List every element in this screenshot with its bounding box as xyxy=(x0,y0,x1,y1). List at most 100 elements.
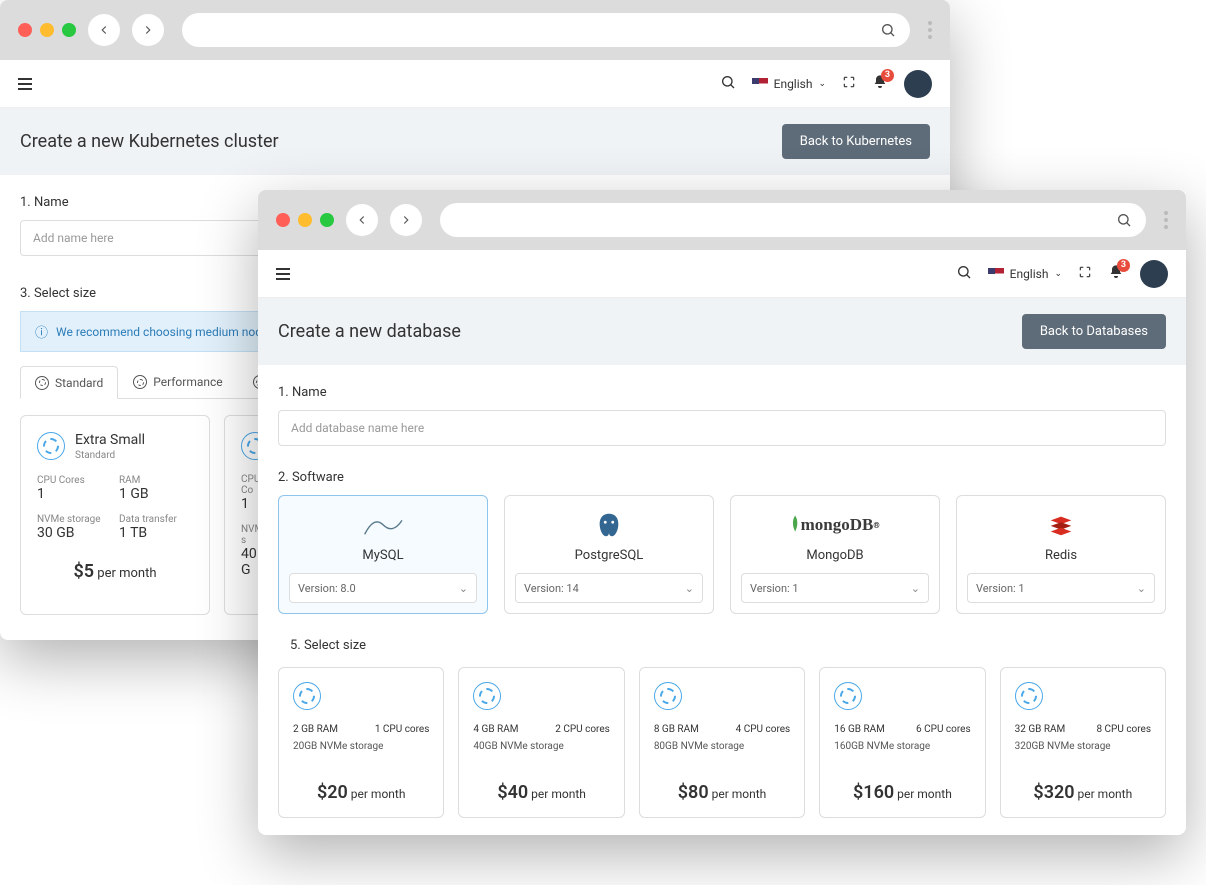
software-card-mysql[interactable]: MySQL Version: 8.0 xyxy=(278,495,488,614)
step-name-label: 1. Name xyxy=(278,385,1166,400)
search-button[interactable] xyxy=(720,74,736,94)
software-card-redis[interactable]: Redis Version: 1 xyxy=(956,495,1166,614)
spec-cpu: 6 CPU cores xyxy=(916,724,971,735)
menu-icon[interactable] xyxy=(276,268,290,280)
version-label: Version: 1 xyxy=(976,582,1025,595)
price: $320 per month xyxy=(1015,782,1151,803)
spec-ram: 16 GB RAM xyxy=(834,724,885,735)
spec-value: 1 TB xyxy=(119,525,193,541)
node-icon xyxy=(473,682,501,710)
language-selector[interactable]: English⌄ xyxy=(988,267,1062,281)
fullscreen-button[interactable] xyxy=(842,74,856,93)
spec-cpu: 1 CPU cores xyxy=(375,724,430,735)
price: $80 per month xyxy=(654,782,790,803)
spec-storage: 20GB NVMe storage xyxy=(293,741,429,752)
db-size-card[interactable]: 16 GB RAM6 CPU cores 160GB NVMe storage … xyxy=(819,667,985,818)
page-title: Create a new Kubernetes cluster xyxy=(20,131,279,152)
spec-storage: 80GB NVMe storage xyxy=(654,741,790,752)
search-button[interactable] xyxy=(956,264,972,284)
flag-icon xyxy=(752,78,768,89)
version-label: Version: 14 xyxy=(524,582,579,595)
back-button[interactable] xyxy=(346,204,378,236)
price: $40 per month xyxy=(473,782,609,803)
menu-icon[interactable] xyxy=(18,78,32,90)
close-icon[interactable] xyxy=(276,213,290,227)
spec-value: 1 xyxy=(37,486,111,502)
spec-label: CPU Cores xyxy=(37,475,111,486)
tab-standard[interactable]: Standard xyxy=(20,366,118,399)
forward-button[interactable] xyxy=(390,204,422,236)
tab-label: Performance xyxy=(153,375,222,389)
spec-value: 1 GB xyxy=(119,486,193,502)
mongodb-icon: mongoDB® xyxy=(741,510,929,540)
minimize-icon[interactable] xyxy=(298,213,312,227)
maximize-icon[interactable] xyxy=(320,213,334,227)
spec-value: 30 GB xyxy=(37,525,111,541)
spec-storage: 320GB NVMe storage xyxy=(1015,741,1151,752)
version-select[interactable]: Version: 14 xyxy=(515,573,703,603)
maximize-icon[interactable] xyxy=(62,23,76,37)
avatar[interactable] xyxy=(1140,260,1168,288)
software-card-postgresql[interactable]: PostgreSQL Version: 14 xyxy=(504,495,714,614)
db-size-card[interactable]: 32 GB RAM8 CPU cores 320GB NVMe storage … xyxy=(1000,667,1166,818)
browser-chrome xyxy=(0,0,950,60)
notif-badge: 3 xyxy=(1117,259,1130,272)
node-icon xyxy=(654,682,682,710)
app-topbar: English⌄ 3 xyxy=(0,60,950,108)
db-size-card[interactable]: 8 GB RAM4 CPU cores 80GB NVMe storage $8… xyxy=(639,667,805,818)
spec-ram: 8 GB RAM xyxy=(654,724,699,735)
url-bar[interactable] xyxy=(182,13,910,47)
close-icon[interactable] xyxy=(18,23,32,37)
software-name: PostgreSQL xyxy=(515,548,703,563)
version-select[interactable]: Version: 1 xyxy=(967,573,1155,603)
db-name-input[interactable]: Add database name here xyxy=(278,410,1166,446)
redis-icon xyxy=(967,510,1155,540)
minimize-icon[interactable] xyxy=(40,23,54,37)
browser-menu-icon[interactable] xyxy=(1164,211,1168,229)
db-size-card[interactable]: 4 GB RAM2 CPU cores 40GB NVMe storage $4… xyxy=(458,667,624,818)
node-icon xyxy=(1015,682,1043,710)
spec-label: RAM xyxy=(119,475,193,486)
software-name: MongoDB xyxy=(741,548,929,563)
price: $5 per month xyxy=(37,561,193,582)
size-card-xs[interactable]: Extra Small Standard CPU Cores1 RAM1 GB N… xyxy=(20,415,210,615)
notifications-button[interactable]: 3 xyxy=(1108,264,1124,284)
spec-label: NVMe storage xyxy=(37,514,111,525)
version-select[interactable]: Version: 1 xyxy=(741,573,929,603)
step-software-label: 2. Software xyxy=(278,470,1166,485)
url-bar[interactable] xyxy=(440,203,1146,237)
language-selector[interactable]: English⌄ xyxy=(752,77,826,91)
step-size-label: 5. Select size xyxy=(290,638,1166,653)
language-label: English xyxy=(774,77,813,91)
forward-button[interactable] xyxy=(132,14,164,46)
notifications-button[interactable]: 3 xyxy=(872,74,888,94)
node-icon xyxy=(834,682,862,710)
avatar[interactable] xyxy=(904,70,932,98)
search-icon xyxy=(880,22,896,38)
page-title: Create a new database xyxy=(278,321,461,342)
tab-performance[interactable]: Performance xyxy=(118,366,237,398)
browser-menu-icon[interactable] xyxy=(928,21,932,39)
app-topbar: English⌄ 3 xyxy=(258,250,1186,298)
node-icon xyxy=(293,682,321,710)
software-card-mongodb[interactable]: mongoDB® MongoDB Version: 1 xyxy=(730,495,940,614)
page-header: Create a new Kubernetes cluster Back to … xyxy=(0,108,950,175)
fullscreen-button[interactable] xyxy=(1078,264,1092,283)
spec-ram: 32 GB RAM xyxy=(1015,724,1066,735)
version-select[interactable]: Version: 8.0 xyxy=(289,573,477,603)
spec-cpu: 8 CPU cores xyxy=(1096,724,1151,735)
node-icon xyxy=(37,432,65,460)
notif-badge: 3 xyxy=(881,69,894,82)
back-button[interactable] xyxy=(88,14,120,46)
back-to-databases-button[interactable]: Back to Databases xyxy=(1022,314,1166,349)
back-to-kubernetes-button[interactable]: Back to Kubernetes xyxy=(782,124,930,159)
size-tier: Standard xyxy=(75,450,145,461)
flag-icon xyxy=(988,268,1004,279)
size-name: Extra Small xyxy=(75,432,145,448)
spec-storage: 160GB NVMe storage xyxy=(834,741,970,752)
version-label: Version: 1 xyxy=(750,582,799,595)
db-size-card[interactable]: 2 GB RAM1 CPU cores 20GB NVMe storage $2… xyxy=(278,667,444,818)
version-label: Version: 8.0 xyxy=(298,582,356,595)
spec-cpu: 2 CPU cores xyxy=(555,724,610,735)
tab-label: Standard xyxy=(55,376,103,390)
